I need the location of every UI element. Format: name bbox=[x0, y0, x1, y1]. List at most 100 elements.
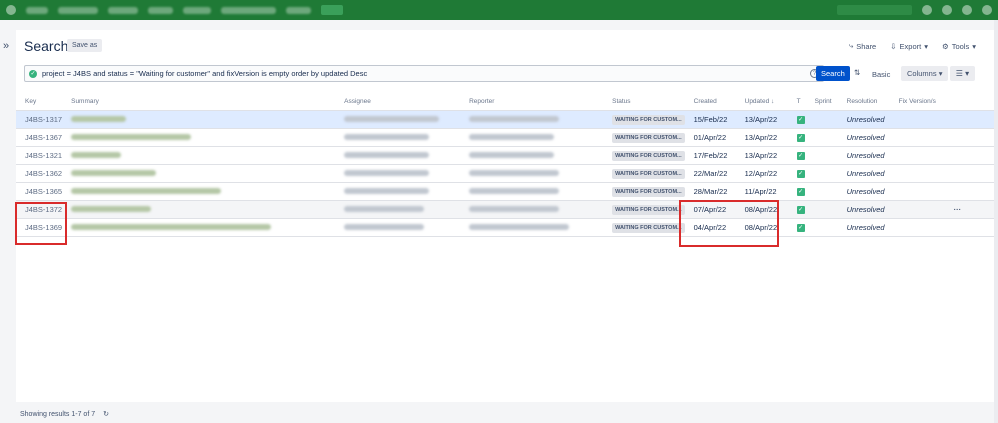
issue-sprint bbox=[805, 182, 838, 201]
notifications-icon[interactable] bbox=[922, 5, 932, 15]
issue-resolution: Unresolved bbox=[837, 128, 890, 147]
refresh-icon[interactable]: ↻ bbox=[103, 411, 109, 418]
issue-summary[interactable] bbox=[62, 128, 336, 147]
settings-icon[interactable] bbox=[962, 5, 972, 15]
avatar[interactable] bbox=[982, 5, 992, 15]
col-status[interactable]: Status bbox=[603, 93, 685, 111]
issue-assignee bbox=[335, 110, 461, 129]
highlight-annotation-dates bbox=[679, 200, 779, 247]
jql-input[interactable]: ✓ project = J4BS and status = "Waiting f… bbox=[24, 65, 824, 82]
export-icon: ⇩ bbox=[890, 41, 897, 51]
issue-summary[interactable] bbox=[62, 182, 336, 201]
save-as-button[interactable]: Save as bbox=[67, 39, 103, 52]
top-navigation-bar bbox=[0, 0, 998, 20]
issue-updated: 12/Apr/22 bbox=[735, 164, 788, 183]
global-search-input[interactable] bbox=[837, 5, 912, 15]
view-menu-button[interactable]: ☰ ▾ bbox=[950, 66, 975, 81]
table-header-row: Key Summary Assignee Reporter Status Cre… bbox=[16, 93, 994, 111]
table-row[interactable]: J4BS-1372 WAITING FOR CUSTOM... 07/Apr/2… bbox=[16, 200, 994, 219]
help-icon[interactable] bbox=[942, 5, 952, 15]
issue-reporter bbox=[460, 146, 604, 165]
issue-resolution: Unresolved bbox=[837, 182, 890, 201]
issue-key[interactable]: J4BS-1365 bbox=[16, 182, 63, 201]
nav-issues[interactable] bbox=[148, 6, 173, 14]
share-button[interactable]: ⤷ Share bbox=[849, 41, 876, 51]
status-badge: WAITING FOR CUSTOM... bbox=[612, 132, 685, 143]
col-summary[interactable]: Summary bbox=[62, 93, 336, 111]
issue-summary[interactable] bbox=[62, 218, 336, 237]
search-button[interactable]: Search bbox=[816, 66, 850, 81]
col-reporter[interactable]: Reporter bbox=[460, 93, 604, 111]
issue-reporter bbox=[460, 218, 604, 237]
issue-fix-version bbox=[889, 182, 994, 201]
valid-query-icon: ✓ bbox=[29, 69, 37, 78]
col-updated[interactable]: Updated ↓ bbox=[735, 93, 788, 111]
issue-created: 01/Apr/22 bbox=[684, 128, 736, 147]
issue-resolution: Unresolved bbox=[837, 164, 890, 183]
nav-projects[interactable] bbox=[108, 6, 138, 14]
issue-created: 15/Feb/22 bbox=[684, 110, 736, 129]
table-row[interactable]: J4BS-1367 WAITING FOR CUSTOM... 01/Apr/2… bbox=[16, 128, 994, 147]
logo[interactable] bbox=[26, 6, 48, 14]
issue-reporter bbox=[460, 182, 604, 201]
issue-updated: 13/Apr/22 bbox=[735, 110, 788, 129]
col-type[interactable]: T bbox=[787, 93, 806, 111]
task-type-icon: ✓ bbox=[796, 152, 805, 160]
issue-key[interactable]: J4BS-1321 bbox=[16, 146, 63, 165]
nav-dashboards[interactable] bbox=[58, 6, 98, 14]
issue-resolution: Unresolved bbox=[837, 200, 890, 219]
col-sprint[interactable]: Sprint bbox=[805, 93, 838, 111]
col-assignee[interactable]: Assignee bbox=[335, 93, 461, 111]
issue-created: 28/Mar/22 bbox=[684, 182, 736, 201]
chevron-down-icon: ▾ bbox=[938, 69, 943, 78]
columns-button[interactable]: Columns ▾ bbox=[901, 66, 949, 81]
expand-sidebar-icon[interactable]: » bbox=[3, 40, 9, 52]
issue-sprint bbox=[805, 110, 838, 129]
switch-mode-icon[interactable]: ⇅ bbox=[854, 68, 860, 77]
tools-label: Tools bbox=[951, 41, 970, 51]
issue-fix-version bbox=[889, 110, 994, 129]
task-type-icon: ✓ bbox=[796, 170, 805, 178]
table-row[interactable]: J4BS-1362 WAITING FOR CUSTOM... 22/Mar/2… bbox=[16, 164, 994, 183]
issue-resolution: Unresolved bbox=[837, 218, 890, 237]
col-resolution[interactable]: Resolution bbox=[837, 93, 890, 111]
table-row[interactable]: J4BS-1365 WAITING FOR CUSTOM... 28/Mar/2… bbox=[16, 182, 994, 201]
create-button[interactable] bbox=[321, 5, 343, 15]
issue-summary[interactable] bbox=[62, 164, 336, 183]
nav-apps[interactable] bbox=[286, 6, 311, 14]
col-key[interactable]: Key bbox=[16, 93, 63, 111]
issue-summary[interactable] bbox=[62, 146, 336, 165]
table-row[interactable]: J4BS-1317 WAITING FOR CUSTOM... 15/Feb/2… bbox=[16, 110, 994, 129]
issue-fix-version bbox=[889, 164, 994, 183]
col-created[interactable]: Created bbox=[684, 93, 736, 111]
issue-sprint bbox=[805, 146, 838, 165]
table-row[interactable]: J4BS-1369 WAITING FOR CUSTOM... 04/Apr/2… bbox=[16, 218, 994, 237]
issue-updated: 13/Apr/22 bbox=[735, 146, 788, 165]
col-fix-version[interactable]: Fix Version/s bbox=[889, 93, 994, 111]
issue-reporter bbox=[460, 200, 604, 219]
gear-icon: ⚙ bbox=[941, 41, 949, 51]
issue-assignee bbox=[335, 164, 461, 183]
issue-key[interactable]: J4BS-1362 bbox=[16, 164, 63, 183]
page-title: Search bbox=[24, 38, 69, 54]
issue-key[interactable]: J4BS-1367 bbox=[16, 128, 63, 147]
basic-mode-link[interactable]: Basic bbox=[872, 70, 890, 79]
issue-summary[interactable] bbox=[62, 110, 336, 129]
task-type-icon: ✓ bbox=[796, 206, 805, 214]
more-actions-icon[interactable]: ··· bbox=[954, 205, 962, 214]
status-badge: WAITING FOR CUSTOM... bbox=[612, 222, 685, 233]
nav-service-desk[interactable] bbox=[221, 6, 276, 14]
table-row[interactable]: J4BS-1321 WAITING FOR CUSTOM... 17/Feb/2… bbox=[16, 146, 994, 165]
app-switcher-icon[interactable] bbox=[6, 5, 16, 15]
issue-assignee bbox=[335, 182, 461, 201]
issue-fix-version: ··· bbox=[889, 200, 994, 219]
page-scrollbar[interactable] bbox=[994, 20, 998, 423]
nav-boards[interactable] bbox=[183, 6, 211, 14]
issue-summary[interactable] bbox=[62, 200, 336, 219]
export-button[interactable]: ⇩ Export ▾ bbox=[890, 41, 928, 51]
issue-fix-version bbox=[889, 218, 994, 237]
status-badge: WAITING FOR CUSTOM... bbox=[612, 150, 685, 161]
issue-created: 22/Mar/22 bbox=[684, 164, 736, 183]
issue-key[interactable]: J4BS-1317 bbox=[16, 110, 63, 129]
tools-button[interactable]: ⚙ Tools ▾ bbox=[942, 41, 976, 51]
